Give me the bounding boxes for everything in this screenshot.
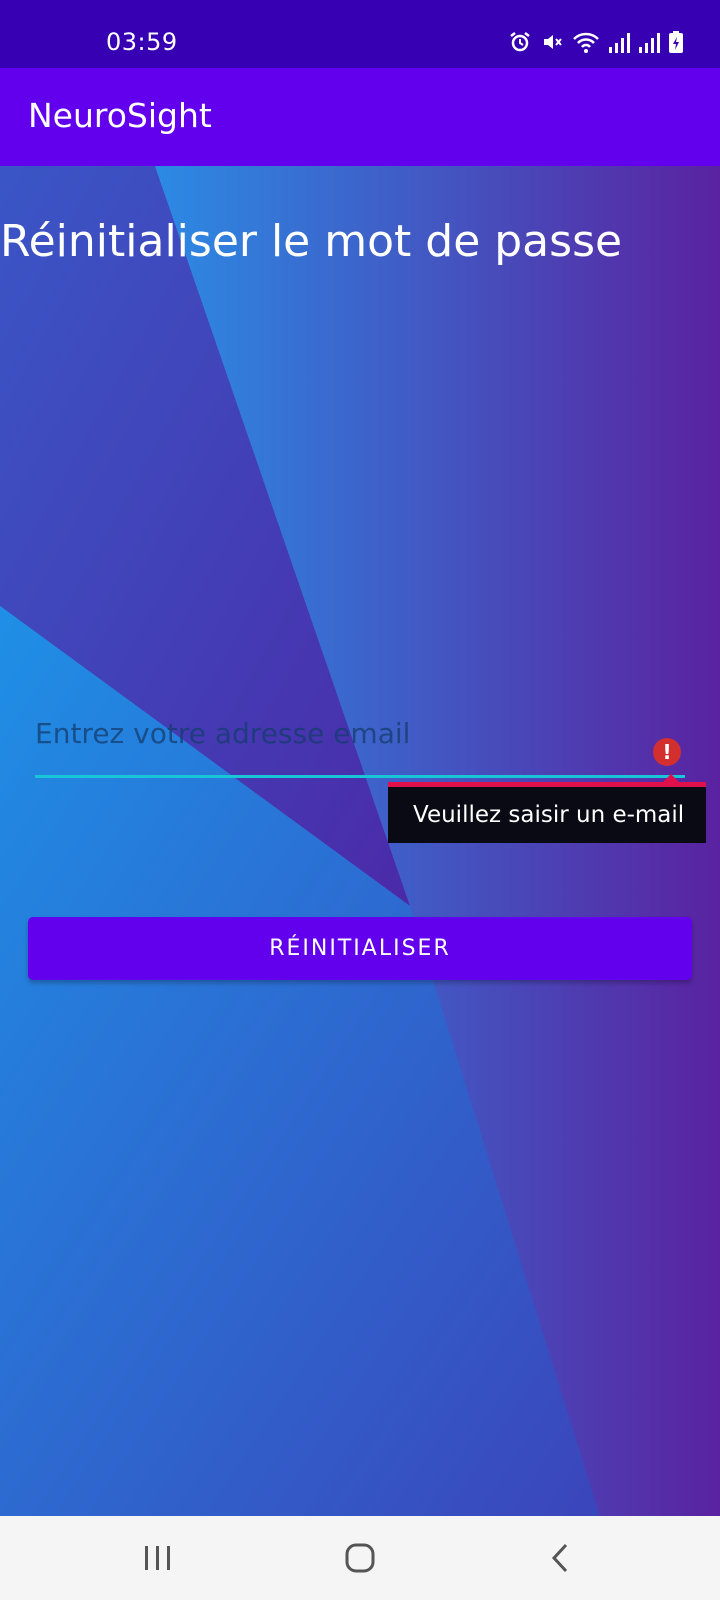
reset-password-screen: Réinitialiser le mot de passe ! Veuillez… [0, 166, 720, 1516]
mute-icon [544, 35, 562, 49]
error-icon: ! [653, 738, 681, 766]
app-bar: NeuroSight [0, 68, 720, 166]
home-icon[interactable] [340, 1538, 380, 1578]
error-tooltip: Veuillez saisir un e-mail [388, 774, 706, 848]
battery-icon [669, 31, 683, 53]
tooltip-pointer [663, 774, 679, 782]
status-bar: 03:59 [0, 0, 720, 68]
reset-button[interactable]: RÉINITIALISER [28, 917, 692, 980]
alarm-icon [510, 32, 530, 52]
status-icons [508, 30, 684, 54]
recent-apps-icon[interactable] [138, 1538, 178, 1578]
email-field[interactable] [35, 716, 685, 750]
navigation-bar [0, 1516, 720, 1600]
signal-icon [639, 33, 660, 53]
error-message: Veuillez saisir un e-mail [388, 787, 706, 843]
status-time: 03:59 [106, 28, 178, 56]
app-title: NeuroSight [28, 96, 212, 135]
wifi-icon [573, 32, 599, 53]
signal-icon [609, 33, 630, 53]
back-icon[interactable] [542, 1538, 582, 1578]
page-title: Réinitialiser le mot de passe [0, 216, 623, 267]
